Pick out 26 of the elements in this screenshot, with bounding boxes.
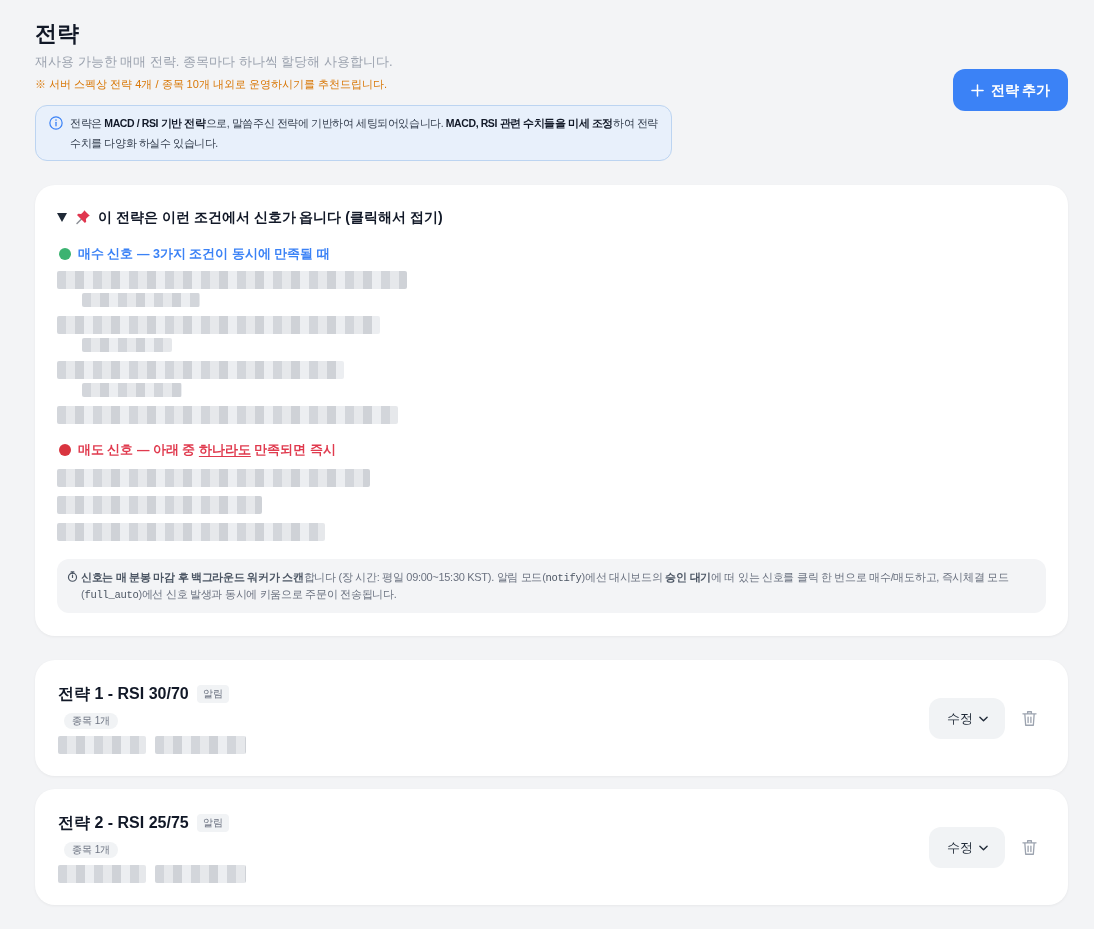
page-title: 전략 [35, 20, 80, 48]
trash-icon[interactable] [1022, 710, 1037, 727]
stock-count-badge: 종목 1개 [64, 713, 119, 729]
page-subtitle: 재사용 가능한 매매 전략. 종목마다 하나씩 할당해 사용합니다. [35, 53, 394, 71]
note-text: 신호는 매 분봉 마감 후 백그라운드 워커가 스캔합니다 (장 시간: 평일 09:00~15:30 KST). 알림 모드(notify)에선 대시보드의 승인 대기에 떠 있는 신호를 클릭 한 번으로 매수/매도하고, 즉시체결 모드(full_auto)에선 신호 발생과 동시에 키움으로 주문이 전송됩니다. [81, 570, 1010, 603]
edit-button[interactable]: 수정 [929, 827, 1005, 868]
chevron-down-icon [978, 715, 988, 722]
strategy-name: 전략 1 - RSI 30/70 [58, 684, 189, 704]
plus-icon [970, 83, 984, 97]
mode-badge: 알림 [196, 685, 229, 703]
trash-icon[interactable] [1022, 839, 1037, 856]
signal-heading: 매도 신호 — 아래 중 하나라도 만족되면 즉시 [78, 442, 336, 459]
info-icon [49, 116, 63, 130]
info-text: 전략은 MACD / RSI 기반 전략으로, 말씀주신 전략에 기반하여 세팅되어있습니다. MACD, RSI 관련 수치들을 미세 조정하여 전략 수치를 다양화 하실수 있습니다. [70, 116, 659, 151]
signal-heading: 매수 신호 — 3가지 조건이 동시에 만족될 때 [78, 246, 330, 263]
notice-text: ※ 서버 스펙상 전략 4개 / 종목 10개 내외로 운영하시기를 추천드립니다. [35, 77, 389, 92]
stock-count-badge: 종목 1개 [64, 842, 119, 858]
strategy-name: 전략 2 - RSI 25/75 [58, 813, 189, 833]
chevron-down-icon [978, 844, 988, 851]
edit-button[interactable]: 수정 [929, 698, 1005, 739]
pushpin-icon [75, 209, 91, 225]
stopwatch-icon [67, 571, 78, 582]
caret-down-icon[interactable] [57, 212, 67, 222]
mode-badge: 알림 [196, 814, 229, 832]
add-strategy-button[interactable]: 전략 추가 [953, 69, 1068, 111]
section-toggle[interactable]: 이 전략은 이런 조건에서 신호가 옵니다 (클릭해서 접기) [98, 207, 443, 227]
